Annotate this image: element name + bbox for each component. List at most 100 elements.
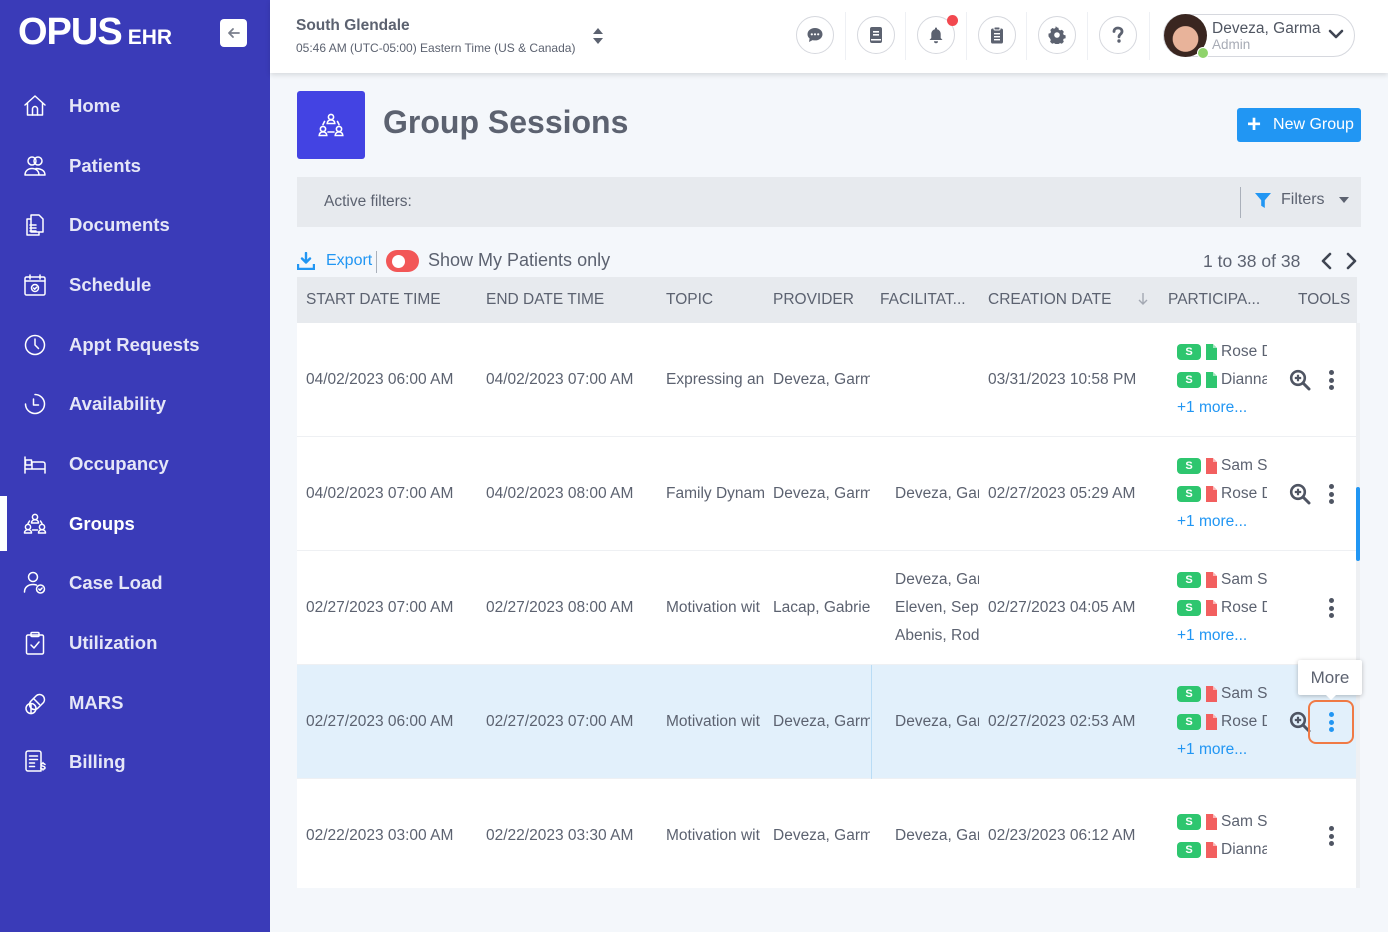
document-icon [1206,814,1217,830]
table-scrollbar-track[interactable] [1356,323,1360,888]
column-header-provider[interactable]: PROVIDER [773,291,854,309]
filters-bar: Active filters: Filters [297,177,1361,227]
participant-name: Rose D [1221,485,1267,502]
export-divider [376,251,377,273]
participant-name: Sam S [1221,813,1267,830]
sidebar-item-billing[interactable]: Billing [0,733,270,793]
table-scrollbar-thumb[interactable] [1356,487,1360,561]
show-my-patients-toggle[interactable] [386,250,419,272]
sidebar-item-schedule[interactable]: Schedule [0,255,270,315]
notifications-button[interactable] [917,15,958,54]
zoom-in-icon[interactable] [1289,483,1311,505]
participant-item[interactable]: S Sam S [1177,452,1277,480]
more-options-icon[interactable] [1321,369,1341,391]
sidebar-item-case-load[interactable]: Case Load [0,554,270,614]
user-menu[interactable]: Deveza, Garma Admin [1163,14,1355,59]
more-participants-link[interactable]: +1 more... [1177,508,1277,536]
sidebar-item-availability[interactable]: Availability [0,374,270,434]
settings-button[interactable] [1038,16,1076,54]
more-options-icon[interactable] [1321,825,1341,847]
new-group-button[interactable]: + New Group [1237,108,1361,142]
sidebar-item-documents[interactable]: Documents [0,195,270,255]
more-participants-link[interactable]: +1 more... [1177,622,1277,650]
sidebar-item-label: Billing [69,751,126,773]
notification-dot [947,15,958,26]
table-row[interactable]: 02/27/2023 06:00 AM 02/27/2023 07:00 AM … [297,665,1357,779]
participant-item[interactable]: S Dianna [1177,366,1277,394]
table-row[interactable]: 02/22/2023 03:00 AM 02/22/2023 03:30 AM … [297,779,1357,888]
chevron-right-icon[interactable] [1344,252,1358,270]
sidebar-item-appt-requests[interactable]: Appt Requests [0,315,270,375]
new-group-label: New Group [1273,116,1354,133]
group-sessions-table: START DATE TIME END DATE TIME TOPIC PROV… [297,277,1357,888]
location-info: South Glendale 05:46 AM (UTC-05:00) East… [296,17,575,55]
participant-item[interactable]: S Dianna [1177,836,1277,864]
document-icon [1206,344,1217,360]
column-header-topic[interactable]: TOPIC [666,291,713,309]
clipboard-button[interactable] [977,16,1016,54]
sidebar-nav: Home Patients Documents Schedule Appt Re… [0,76,270,792]
sidebar-item-utilization[interactable]: Utilization [0,613,270,673]
clipboard-check-icon [22,630,48,656]
status-badge: S [1177,344,1201,360]
column-header-creation-date[interactable]: CREATION DATE [988,291,1111,309]
sidebar-item-label: Schedule [69,273,152,295]
column-header-participants[interactable]: PARTICIPA... [1168,291,1260,309]
gear-icon [1048,26,1066,44]
filters-label: Filters [1281,191,1325,208]
chat-button[interactable] [796,16,834,54]
column-header-start-date-time[interactable]: START DATE TIME [306,291,441,309]
export-label: Export [326,252,373,269]
sidebar-item-label: Appt Requests [69,333,200,355]
start-date-time: 02/27/2023 06:00 AM [306,713,454,730]
case-load-icon [22,570,48,596]
more-options-icon[interactable] [1321,483,1341,505]
sort-descending-icon[interactable] [1137,292,1149,306]
zoom-in-icon[interactable] [1289,369,1311,391]
more-participants-link[interactable]: +1 more... [1177,736,1277,764]
collapse-sidebar-button[interactable] [220,19,247,47]
chat-icon [807,28,823,42]
table-row[interactable]: 04/02/2023 06:00 AM 04/02/2023 07:00 AM … [297,323,1357,437]
more-options-icon[interactable] [1321,711,1341,733]
participant-item[interactable]: S Rose D [1177,480,1277,508]
participant-item[interactable]: S Rose D [1177,594,1277,622]
column-header-facilitators[interactable]: FACILITAT... [880,291,966,309]
filters-button[interactable]: Filters [1254,191,1349,209]
sidebar-item-mars[interactable]: MARS [0,673,270,733]
sidebar-item-groups[interactable]: Groups [0,494,270,554]
billing-icon [22,749,48,775]
location-switcher[interactable] [592,27,604,50]
user-role: Admin [1212,37,1251,52]
participant-name: Dianna [1221,371,1267,388]
help-button[interactable] [1098,16,1137,54]
participant-item[interactable]: S Rose D [1177,338,1277,366]
book-button[interactable] [856,16,895,54]
sidebar-item-home[interactable]: Home [0,76,270,136]
location-name: South Glendale [296,17,410,34]
export-button[interactable]: Export [297,252,372,270]
status-badge: S [1177,600,1201,616]
more-options-icon[interactable] [1321,597,1341,619]
table-row[interactable]: 02/27/2023 07:00 AM 02/27/2023 08:00 AM … [297,551,1357,665]
end-date-time: 02/22/2023 03:30 AM [486,827,634,844]
more-participants-link[interactable]: +1 more... [1177,394,1277,422]
facilitator-name: Deveza, Gar [895,485,979,502]
chevron-left-icon[interactable] [1320,252,1334,270]
participant-item[interactable]: S Sam S [1177,680,1277,708]
participant-item[interactable]: S Sam S [1177,808,1277,836]
topic: Expressing an [666,371,765,388]
opus-ehr-logo[interactable]: OPUS EHR [18,12,172,52]
header-actions [796,15,1159,54]
status-badge: S [1177,714,1201,730]
column-header-end-date-time[interactable]: END DATE TIME [486,291,604,309]
facilitators: Deveza, Gar [895,822,979,850]
sidebar-item-occupancy[interactable]: Occupancy [0,434,270,494]
participant-item[interactable]: S Rose D [1177,708,1277,736]
topic: Motivation wit [666,827,760,844]
document-icon [1206,686,1217,702]
table-row[interactable]: 04/02/2023 07:00 AM 04/02/2023 08:00 AM … [297,437,1357,551]
participant-item[interactable]: S Sam S [1177,566,1277,594]
sidebar-item-patients[interactable]: Patients [0,136,270,196]
calendar-icon [22,272,48,298]
